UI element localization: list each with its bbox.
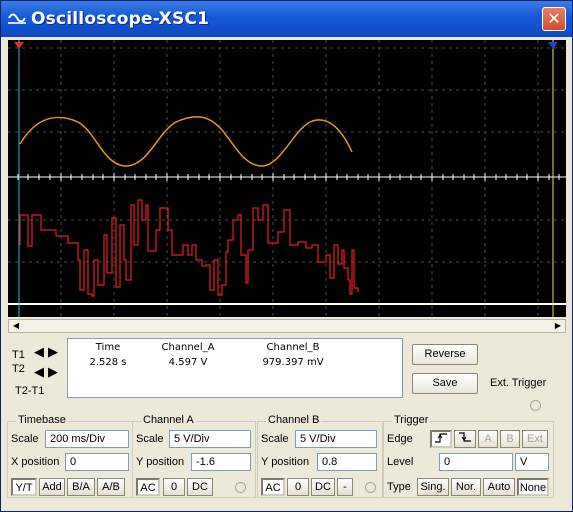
reverse-button[interactable]: Reverse bbox=[412, 344, 478, 365]
grid bbox=[8, 40, 566, 317]
channel-b-invert-button[interactable]: - bbox=[337, 478, 353, 496]
trigger-source-ext-button[interactable]: Ext bbox=[522, 430, 548, 448]
channel-b-ac-button[interactable]: AC bbox=[261, 478, 285, 496]
readout-t1-time: 2.528 s bbox=[89, 357, 127, 368]
channel-a-ypos-label: Y position bbox=[136, 456, 185, 468]
channel-a-terminal[interactable] bbox=[235, 482, 246, 493]
readout-t1-channel-b: 979.397 mV bbox=[262, 357, 324, 368]
trigger-source-a-button[interactable]: A bbox=[478, 430, 498, 448]
channel-a-title: Channel A bbox=[141, 414, 196, 426]
title-bar: Oscilloscope-XSC1 ✕ bbox=[1, 1, 572, 37]
channel-b-scale-label: Scale bbox=[261, 433, 289, 445]
channel-b-dc-button[interactable]: DC bbox=[311, 478, 335, 496]
rising-edge-icon bbox=[435, 433, 447, 443]
scroll-right-icon[interactable]: ▶ bbox=[551, 320, 565, 332]
timebase-xpos-field[interactable]: 0 bbox=[65, 453, 129, 471]
channel-b-title: Channel B bbox=[266, 414, 322, 426]
channel-a-scale-field[interactable]: 5 V/Div bbox=[169, 430, 251, 448]
horizontal-scrollbar[interactable]: ◀ ▶ bbox=[8, 319, 566, 333]
channel-a-trace bbox=[19, 116, 353, 167]
trigger-edge-label: Edge bbox=[387, 433, 413, 445]
readout-t1-channel-a: 4.597 V bbox=[168, 357, 208, 368]
trigger-level-label: Level bbox=[387, 456, 414, 468]
channel-b-scale-field[interactable]: 5 V/Div bbox=[295, 430, 377, 448]
measurement-readout: Time Channel_A Channel_B 2.528 s 4.597 V… bbox=[67, 338, 403, 398]
channel-b-terminal[interactable] bbox=[365, 482, 376, 493]
scroll-left-icon[interactable]: ◀ bbox=[9, 320, 23, 332]
channel-b-trace bbox=[19, 199, 359, 297]
cursor-t2-label: T2 bbox=[12, 363, 25, 375]
timebase-xpos-label: X position bbox=[11, 456, 60, 468]
window-title: Oscilloscope-XSC1 bbox=[31, 9, 210, 29]
timebase-title: Timebase bbox=[16, 414, 68, 426]
trigger-single-button[interactable]: Sing. bbox=[417, 478, 449, 496]
trigger-title: Trigger bbox=[392, 414, 431, 426]
trigger-normal-button[interactable]: Nor. bbox=[451, 478, 481, 496]
scope-display[interactable] bbox=[8, 40, 566, 317]
t2-move-left-icon[interactable]: ◀ bbox=[32, 366, 46, 381]
close-button[interactable]: ✕ bbox=[542, 7, 566, 31]
ext-trigger-terminal[interactable] bbox=[530, 400, 541, 411]
oscilloscope-app-icon bbox=[8, 13, 26, 24]
channel-a-scale-label: Scale bbox=[136, 433, 164, 445]
mode-ab-button[interactable]: A/B bbox=[97, 478, 125, 496]
trigger-none-button[interactable]: None bbox=[517, 478, 549, 496]
trigger-level-unit-select[interactable]: V bbox=[515, 453, 549, 471]
mode-ba-button[interactable]: B/A bbox=[67, 478, 95, 496]
trigger-auto-button[interactable]: Auto bbox=[483, 478, 515, 496]
channel-b-zero-button[interactable]: 0 bbox=[287, 478, 309, 496]
timebase-scale-field[interactable]: 200 ms/Div bbox=[45, 430, 129, 448]
ext-trigger-label: Ext. Trigger bbox=[490, 377, 547, 389]
readout-header-channel-b: Channel_B bbox=[266, 342, 320, 353]
timebase-scale-label: Scale bbox=[11, 433, 39, 445]
t1-move-right-icon[interactable]: ▶ bbox=[46, 346, 60, 361]
trigger-source-b-button[interactable]: B bbox=[500, 430, 520, 448]
falling-edge-icon bbox=[459, 432, 471, 442]
trigger-level-field[interactable]: 0 bbox=[439, 453, 513, 471]
readout-header-time: Time bbox=[95, 342, 121, 353]
channel-a-dc-button[interactable]: DC bbox=[187, 478, 213, 496]
readout-header-channel-a: Channel_A bbox=[161, 342, 215, 353]
channel-a-zero-button[interactable]: 0 bbox=[163, 478, 185, 496]
channel-b-ypos-label: Y position bbox=[261, 456, 310, 468]
channel-b-ypos-field[interactable]: 0.8 bbox=[317, 453, 377, 471]
channel-a-ac-button[interactable]: AC bbox=[136, 478, 160, 496]
mode-add-button[interactable]: Add bbox=[39, 478, 65, 496]
trigger-type-label: Type bbox=[387, 481, 411, 493]
channel-a-ypos-field[interactable]: -1.6 bbox=[191, 453, 251, 471]
t1-move-left-icon[interactable]: ◀ bbox=[32, 346, 46, 361]
t2-move-right-icon[interactable]: ▶ bbox=[46, 366, 60, 381]
save-button[interactable]: Save bbox=[412, 373, 478, 394]
rising-edge-button[interactable] bbox=[430, 430, 452, 448]
cursor-diff-label: T2-T1 bbox=[15, 385, 45, 397]
falling-edge-button[interactable] bbox=[454, 430, 476, 448]
oscilloscope-window: Oscilloscope-XSC1 ✕ ◀ ▶ T1 ◀ ▶ T2 ◀ ▶ T2… bbox=[0, 0, 573, 512]
cursor-t1-label: T1 bbox=[12, 349, 25, 361]
mode-yt-button[interactable]: Y/T bbox=[11, 478, 37, 496]
